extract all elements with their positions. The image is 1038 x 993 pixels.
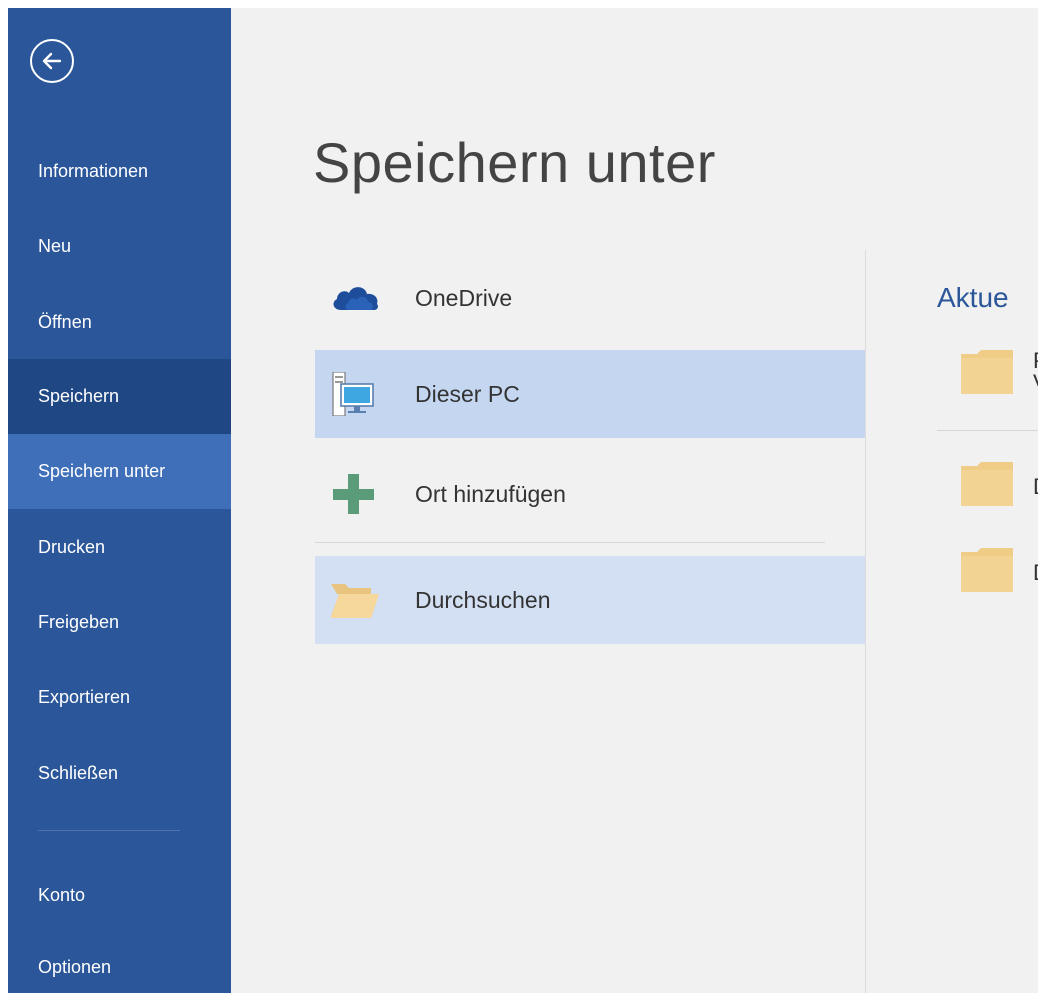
location-label: Ort hinzufügen — [415, 481, 566, 507]
recent-folders-heading: Aktue — [937, 282, 1009, 313]
nav-item-schliessen[interactable]: Schließen — [8, 736, 231, 811]
folder-icon[interactable] — [959, 546, 1015, 592]
nav-item-konto[interactable]: Konto — [8, 858, 231, 933]
location-onedrive[interactable]: OneDrive — [315, 254, 865, 342]
location-separator — [315, 542, 825, 543]
plus-icon — [333, 474, 374, 514]
column-divider — [865, 250, 866, 993]
location-browse[interactable]: Durchsuchen — [315, 556, 865, 644]
nav-separator — [38, 830, 180, 831]
nav-item-neu[interactable]: Neu — [8, 209, 231, 284]
backstage-sidebar: Informationen Neu Öffnen Speichern Speic… — [8, 8, 231, 993]
location-add-place[interactable]: Ort hinzufügen — [315, 450, 865, 538]
recent-folder-path: V — [1033, 370, 1038, 396]
onedrive-cloud-icon — [333, 287, 378, 310]
nav-item-oeffnen[interactable]: Öffnen — [8, 285, 231, 360]
folder-icon[interactable] — [959, 460, 1015, 506]
back-button[interactable] — [30, 39, 74, 83]
nav-item-freigeben[interactable]: Freigeben — [8, 585, 231, 660]
recent-folder-name: D — [1033, 560, 1038, 586]
back-arrow-icon — [42, 52, 62, 70]
nav-item-drucken[interactable]: Drucken — [8, 510, 231, 585]
computer-icon — [332, 372, 374, 416]
page-title: Speichern unter — [313, 131, 716, 194]
nav-item-speichern-unter[interactable]: Speichern unter — [8, 434, 231, 509]
open-folder-icon — [331, 584, 379, 618]
recent-separator — [937, 430, 1038, 431]
location-label: OneDrive — [415, 285, 513, 311]
nav-item-optionen[interactable]: Optionen — [8, 930, 231, 993]
nav-item-speichern[interactable]: Speichern — [8, 359, 231, 434]
nav-item-exportieren[interactable]: Exportieren — [8, 660, 231, 735]
recent-folder-name: D — [1033, 474, 1038, 500]
location-label: Dieser PC — [415, 381, 520, 407]
location-this-pc[interactable]: Dieser PC — [315, 350, 865, 438]
folder-icon[interactable] — [959, 348, 1015, 394]
save-as-panel: Speichern unter OneDrive Dieser PC Ort h… — [231, 8, 1038, 993]
location-label: Durchsuchen — [415, 587, 551, 613]
nav-item-informationen[interactable]: Informationen — [8, 134, 231, 209]
backstage-view: Informationen Neu Öffnen Speichern Speic… — [8, 8, 1038, 993]
